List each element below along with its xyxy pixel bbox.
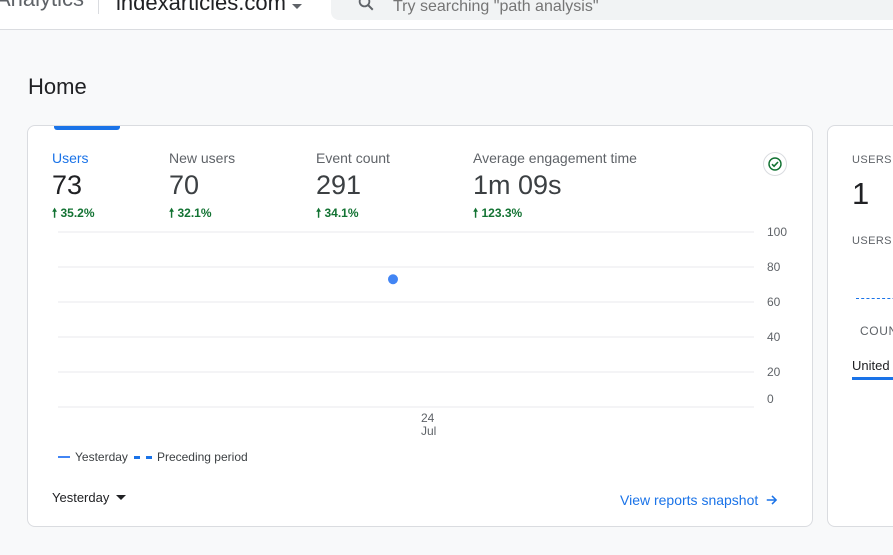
y-tick-label: 0 (767, 392, 774, 406)
metric-event-count[interactable]: Event count 291 🠕 34.1% (316, 150, 390, 225)
country-column-header: COUN (860, 324, 893, 338)
metric-value: 70 (169, 170, 200, 200)
metric-new-users[interactable]: New users 70 🠕 32.1% (169, 150, 235, 225)
y-tick-label: 80 (767, 260, 781, 274)
metric-delta: 🠕 123.3% (473, 206, 523, 220)
metric-value: 1m 09s (473, 170, 562, 200)
realtime-users-label: USERS (852, 154, 892, 166)
metric-value: 291 (316, 170, 362, 200)
arrow-up-icon: 🠕 (169, 206, 175, 220)
check-circle-icon[interactable] (763, 152, 787, 176)
x-tick-label: Jul (421, 424, 436, 438)
solid-line-icon (58, 456, 70, 458)
search-icon (358, 0, 374, 11)
app-name: Analytics (0, 0, 84, 12)
y-tick-label: 100 (767, 226, 787, 239)
data-point (388, 274, 398, 285)
property-name: indexarticles.com (116, 0, 286, 15)
country-bar (852, 377, 893, 380)
y-tick-label: 40 (767, 330, 781, 344)
realtime-users-value: 1 (852, 176, 870, 211)
header-divider (98, 0, 99, 14)
property-selector[interactable]: indexarticles.com (116, 0, 302, 16)
y-tick-label: 60 (767, 295, 781, 309)
date-range-dropdown[interactable]: Yesterday (52, 490, 127, 505)
country-row[interactable]: United (852, 358, 890, 373)
metric-users[interactable]: Users 73 🠕 35.2% (52, 150, 95, 225)
metric-label: Users (52, 150, 89, 166)
chart-legend: Yesterday Preceding period (58, 450, 254, 464)
realtime-users-sublabel: USERS (852, 235, 892, 247)
metric-label: New users (169, 150, 236, 166)
date-range-label: Yesterday (52, 490, 110, 505)
arrow-up-icon: 🠕 (316, 206, 322, 220)
caret-down-icon (291, 3, 302, 9)
metric-label: Average engagement time (473, 150, 637, 166)
view-reports-snapshot-link[interactable]: View reports snapshot (620, 492, 779, 508)
page-title: Home (28, 74, 87, 99)
realtime-sparkline (856, 298, 893, 299)
realtime-card: USERS 1 USERS COUN United (827, 125, 893, 527)
metric-avg-engagement-time[interactable]: Average engagement time 1m 09s 🠕 123.3% (473, 150, 637, 225)
metric-delta: 🠕 35.2% (52, 206, 95, 220)
users-chart: 100 80 60 40 20 0 24Jul (58, 226, 787, 438)
y-tick-label: 20 (767, 365, 781, 379)
overview-card: Users 73 🠕 35.2% New users 70 🠕 32.1% Ev… (27, 125, 813, 527)
metric-label: Event count (316, 150, 390, 166)
arrow-right-icon (767, 495, 778, 505)
top-bar: Analytics indexarticles.com (0, 0, 893, 30)
search-bar[interactable] (331, 0, 893, 20)
link-label: View reports snapshot (620, 492, 759, 508)
caret-down-icon (116, 495, 127, 500)
dashed-line-icon (133, 455, 152, 459)
legend-item-previous: Preceding period (133, 450, 248, 464)
legend-item-current: Yesterday (58, 450, 128, 464)
active-tab-indicator (54, 126, 120, 130)
arrow-up-icon: 🠕 (473, 206, 479, 220)
arrow-up-icon: 🠕 (52, 206, 58, 220)
x-tick-label: 24 (421, 411, 435, 425)
metric-delta: 🠕 32.1% (169, 206, 212, 220)
metric-value: 73 (52, 170, 83, 200)
metric-delta: 🠕 34.1% (316, 206, 359, 220)
search-input[interactable] (393, 0, 793, 18)
